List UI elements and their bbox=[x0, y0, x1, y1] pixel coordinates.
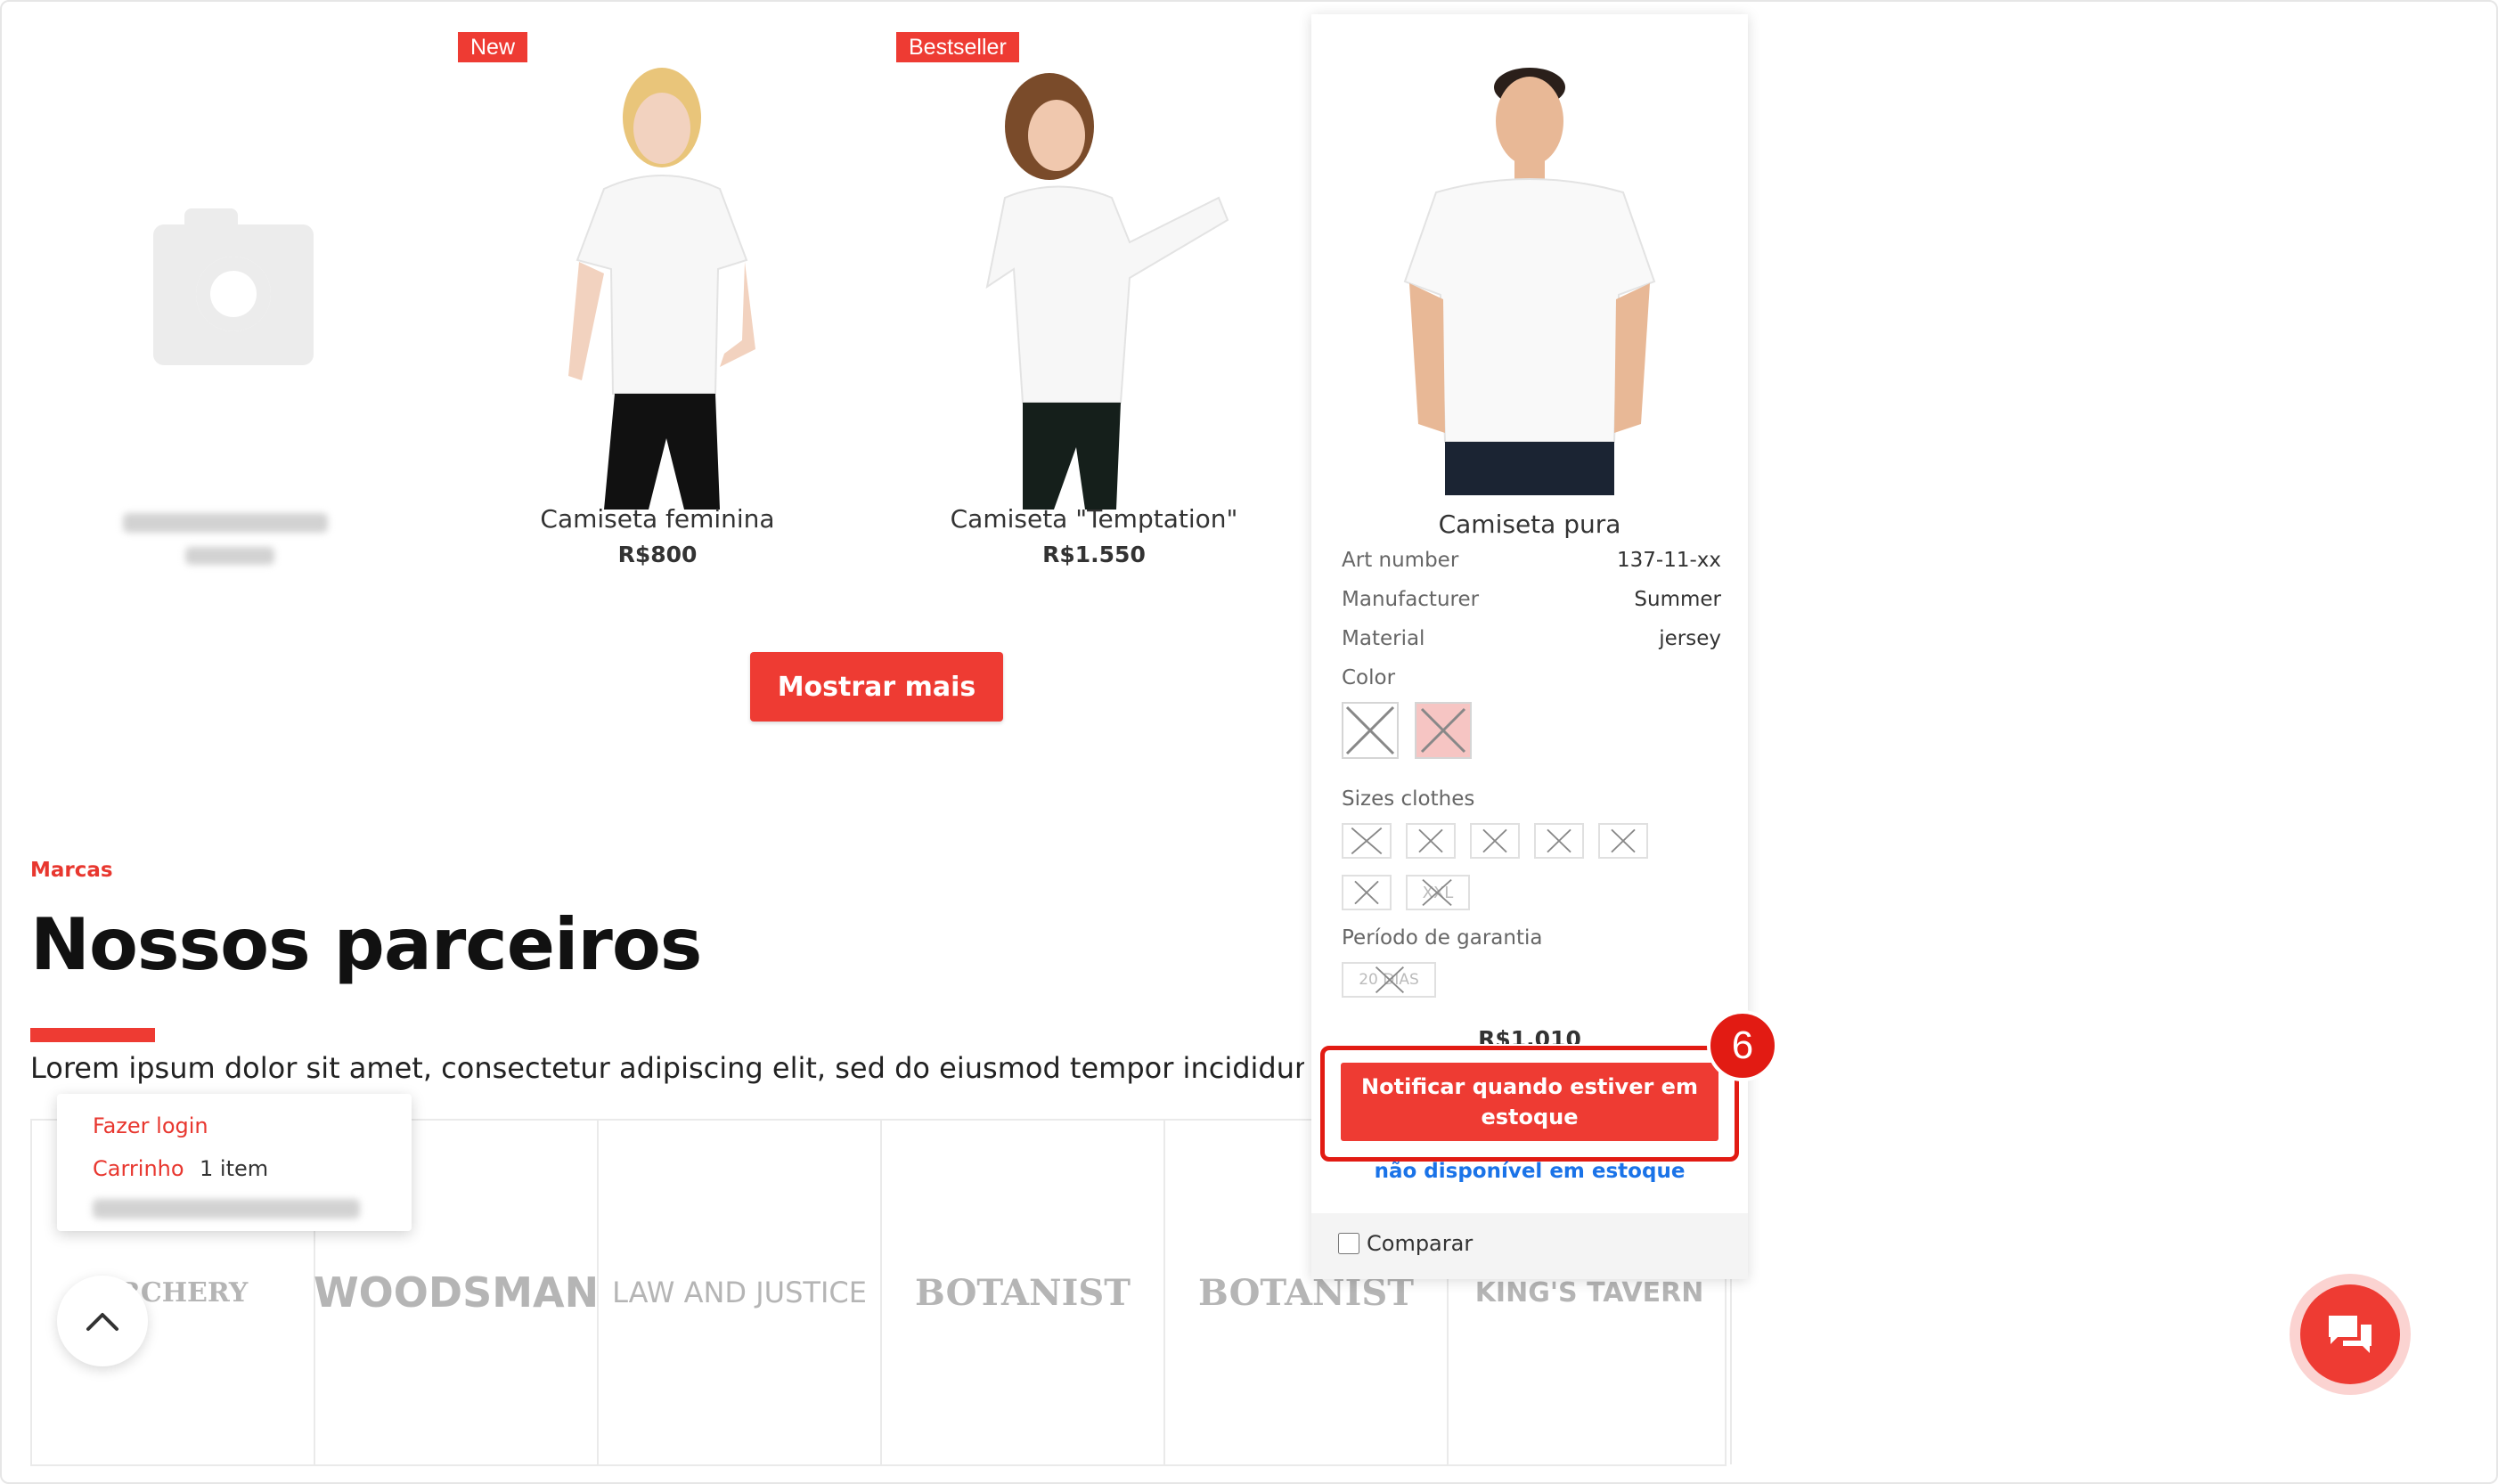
step-number-badge: 6 bbox=[1707, 1010, 1778, 1081]
section-title: Nossos parceiros bbox=[30, 903, 702, 986]
size-option[interactable] bbox=[1534, 823, 1584, 859]
product-price: R$800 bbox=[617, 542, 698, 567]
notify-when-in-stock-button[interactable]: Notificar quando estiver em estoque bbox=[1341, 1063, 1718, 1141]
product-card-camiseta-temptation[interactable]: Bestseller Camiseta "Temptation" R$1.550 bbox=[880, 29, 1308, 581]
new-badge: New bbox=[458, 32, 528, 62]
title-underline bbox=[30, 1028, 155, 1042]
product-card-placeholder[interactable] bbox=[11, 29, 438, 581]
compare-label[interactable]: Comparar bbox=[1367, 1231, 1473, 1256]
brand-logo[interactable]: BOTANIST bbox=[882, 1121, 1165, 1464]
brands-eyebrow: Marcas bbox=[30, 859, 113, 882]
size-option[interactable] bbox=[1598, 823, 1648, 859]
product-name[interactable]: Camiseta "Temptation" bbox=[880, 504, 1308, 534]
compare-checkbox[interactable] bbox=[1338, 1233, 1359, 1254]
product-name[interactable]: Camiseta pura bbox=[1316, 510, 1743, 539]
product-hover-card[interactable]: Camiseta pura Art number 137-11-xx Manuf… bbox=[1311, 14, 1778, 1279]
product-image-woman-pointing-tshirt bbox=[985, 73, 1229, 510]
show-more-button[interactable]: Mostrar mais bbox=[750, 652, 1003, 722]
size-option[interactable] bbox=[1342, 823, 1392, 859]
blurred-line bbox=[93, 1199, 360, 1219]
size-option-xxl[interactable]: XXL bbox=[1406, 875, 1470, 910]
section-description: Lorem ipsum dolor sit amet, consectetur … bbox=[30, 1051, 1304, 1085]
warranty-label: Período de garantia bbox=[1342, 926, 1543, 950]
scroll-to-top-button[interactable] bbox=[57, 1276, 148, 1366]
page-frame: New Camiseta feminina R$800 Bestseller C… bbox=[0, 0, 2498, 1484]
product-price: R$1.550 bbox=[1042, 542, 1146, 567]
color-label: Color bbox=[1342, 666, 1396, 689]
color-swatch-pink[interactable] bbox=[1415, 702, 1472, 759]
warranty-option[interactable]: 20 DIAS bbox=[1342, 962, 1436, 998]
product-image-woman-white-tshirt bbox=[568, 68, 755, 510]
bestseller-badge: Bestseller bbox=[896, 32, 1019, 62]
brand-logo[interactable]: LAW AND JUSTICE bbox=[599, 1121, 882, 1464]
chevron-up-icon bbox=[86, 1313, 118, 1331]
cart-link[interactable]: Carrinho bbox=[93, 1156, 184, 1181]
product-name[interactable]: Camiseta feminina bbox=[444, 504, 871, 534]
product-name-blurred bbox=[123, 513, 328, 533]
size-option[interactable] bbox=[1470, 823, 1520, 859]
color-swatch-white[interactable] bbox=[1342, 702, 1399, 759]
sizes-label: Sizes clothes bbox=[1342, 787, 1475, 811]
size-option[interactable] bbox=[1406, 823, 1456, 859]
highlight-box: Notificar quando estiver em estoque bbox=[1320, 1046, 1739, 1162]
cart-count: 1 item bbox=[200, 1156, 269, 1181]
chat-bubbles-icon bbox=[2329, 1316, 2371, 1353]
chat-button[interactable] bbox=[2290, 1274, 2411, 1395]
compare-bar: Comparar bbox=[1311, 1213, 1748, 1279]
account-dropdown: Fazer login Carrinho 1 item bbox=[57, 1094, 412, 1231]
login-link[interactable]: Fazer login bbox=[93, 1113, 208, 1138]
product-card-camiseta-feminina[interactable]: New Camiseta feminina R$800 bbox=[444, 29, 871, 581]
product-price-blurred bbox=[185, 547, 274, 565]
camera-icon bbox=[153, 208, 314, 365]
product-price: R$1.010 bbox=[1478, 1026, 1581, 1044]
size-option[interactable] bbox=[1342, 875, 1392, 910]
stock-status: não disponível em estoque bbox=[1374, 1160, 1686, 1183]
product-image-man-white-tshirt bbox=[1403, 68, 1656, 495]
